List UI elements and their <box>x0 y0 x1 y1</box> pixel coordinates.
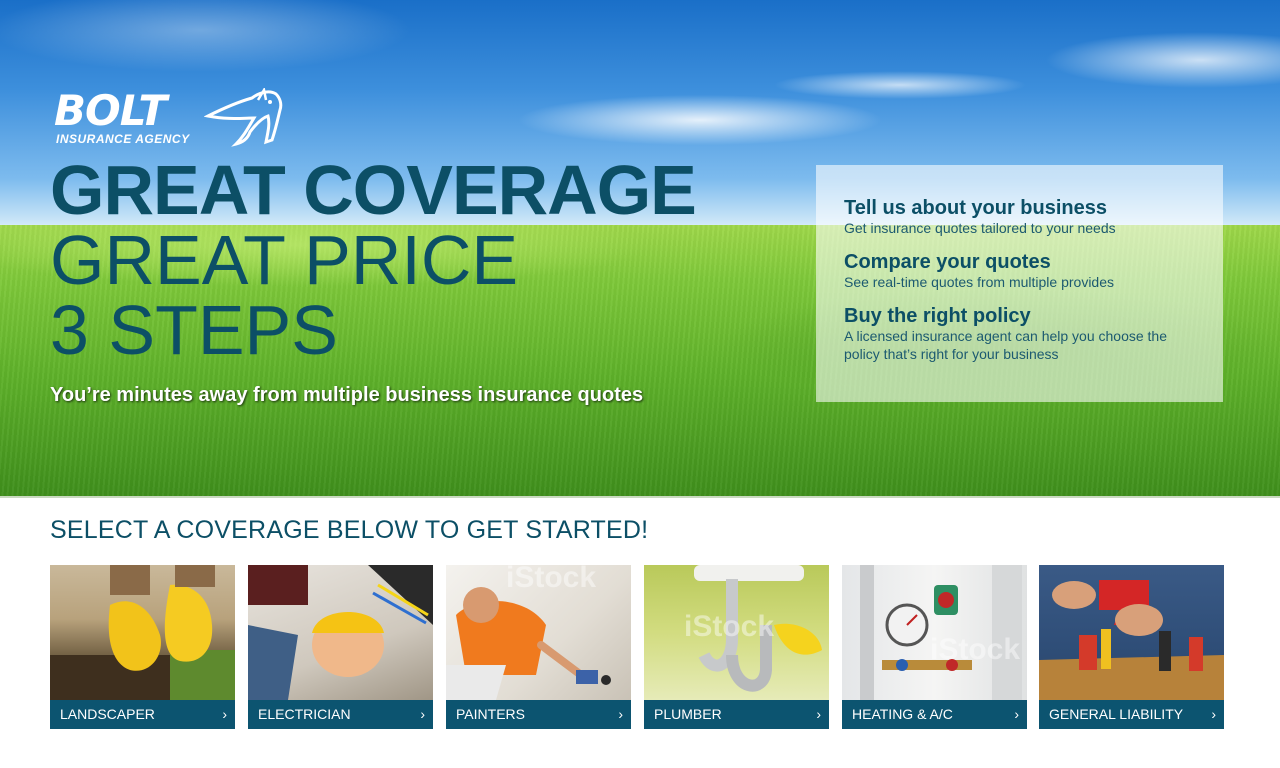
step-item: Buy the right policy A licensed insuranc… <box>844 305 1195 363</box>
step-description: Get insurance quotes tailored to your ne… <box>844 220 1116 236</box>
tile-label-bar[interactable]: HEATING & A/C › <box>842 700 1027 729</box>
step-title: Compare your quotes <box>844 251 1051 273</box>
logo-wordmark: BOLT <box>54 86 167 135</box>
tile-label-bar[interactable]: PAINTERS › <box>446 700 631 729</box>
horse-icon <box>204 88 283 147</box>
headline-great-coverage: GREAT COVERAGE <box>50 151 697 229</box>
divider <box>0 496 1280 498</box>
headline-3-steps: 3 STEPS <box>50 291 338 369</box>
hero-banner: BOLT INSURANCE AGENCY GREAT COVERAGE GRE… <box>0 0 1280 497</box>
coverage-heading: SELECT A COVERAGE BELOW TO GET STARTED! <box>50 516 649 544</box>
chevron-right-icon: › <box>1014 706 1019 722</box>
step-item: Compare your quotes See real-time quotes… <box>844 251 1195 291</box>
tile-label-bar[interactable]: GENERAL LIABILITY › <box>1039 700 1224 729</box>
sink-pipes-photo-icon: iStock <box>644 565 829 700</box>
coverage-tile-heating-ac[interactable]: iStock HEATING & A/C › <box>842 565 1027 729</box>
steps-panel: Tell us about your business Get insuranc… <box>816 165 1223 402</box>
tile-label-bar[interactable]: PLUMBER › <box>644 700 829 729</box>
step-item: Tell us about your business Get insuranc… <box>844 197 1195 237</box>
logo-subtitle: INSURANCE AGENCY <box>56 132 190 146</box>
electrician-hardhat-photo-icon <box>248 565 433 700</box>
chevron-right-icon: › <box>618 706 623 722</box>
bolt-logo[interactable]: BOLT INSURANCE AGENCY <box>54 88 284 150</box>
hero-tagline: You’re minutes away from multiple busine… <box>50 384 644 406</box>
tile-label: GENERAL LIABILITY <box>1049 706 1184 722</box>
chevron-right-icon: › <box>420 706 425 722</box>
tile-label-bar[interactable]: ELECTRICIAN › <box>248 700 433 729</box>
tile-label: PAINTERS <box>456 706 525 722</box>
coverage-tile-general-liability[interactable]: GENERAL LIABILITY › <box>1039 565 1224 729</box>
coverage-tile-landscaper[interactable]: LANDSCAPER › <box>50 565 235 729</box>
tile-label: LANDSCAPER <box>60 706 155 722</box>
step-description: See real-time quotes from multiple provi… <box>844 274 1115 290</box>
painter-wall-photo-icon: iStock <box>446 565 631 700</box>
tile-label: ELECTRICIAN <box>258 706 351 722</box>
coverage-tile-painters[interactable]: iStock PAINTERS › <box>446 565 631 729</box>
boiler-gauge-photo-icon: iStock <box>842 565 1027 700</box>
tool-belt-drill-photo-icon <box>1039 565 1224 700</box>
coverage-tile-electrician[interactable]: ELECTRICIAN › <box>248 565 433 729</box>
step-title: Tell us about your business <box>844 197 1108 219</box>
gloved-hands-sod-photo-icon <box>50 565 235 700</box>
headline-great-price: GREAT PRICE <box>50 221 519 299</box>
step-title: Buy the right policy <box>844 305 1031 327</box>
chevron-right-icon: › <box>816 706 821 722</box>
step-description: A licensed insurance agent can help you … <box>844 328 1168 362</box>
chevron-right-icon: › <box>1211 706 1216 722</box>
tile-label-bar[interactable]: LANDSCAPER › <box>50 700 235 729</box>
tile-label: PLUMBER <box>654 706 722 722</box>
chevron-right-icon: › <box>222 706 227 722</box>
coverage-tile-plumber[interactable]: iStock PLUMBER › <box>644 565 829 729</box>
tile-label: HEATING & A/C <box>852 706 953 722</box>
